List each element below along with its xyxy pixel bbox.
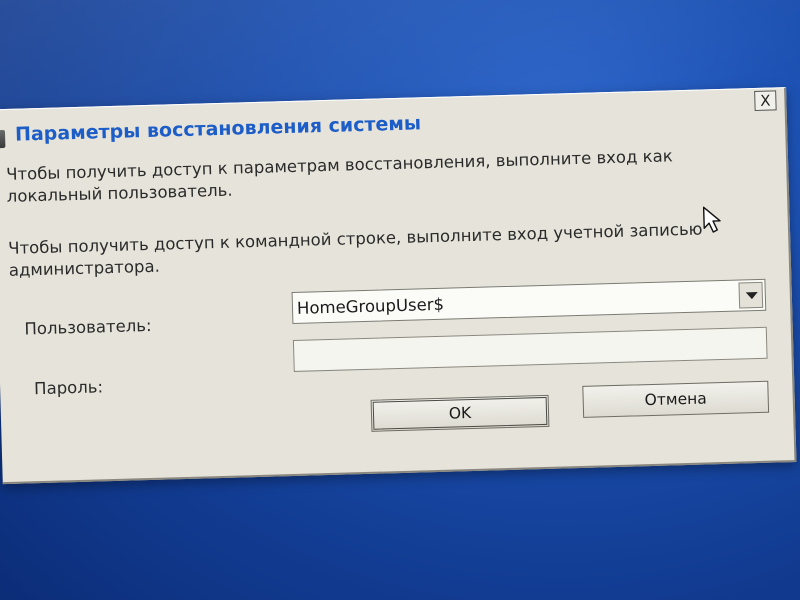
user-label: Пользователь: [24, 315, 152, 339]
password-field[interactable] [292, 326, 768, 372]
dialog-title: Параметры восстановления системы [14, 112, 422, 146]
window-icon [0, 129, 6, 149]
user-select-value: HomeGroupUser$ [296, 294, 445, 318]
close-icon: X [760, 91, 771, 110]
mouse-cursor-icon [702, 206, 721, 233]
password-label: Пароль: [33, 377, 104, 399]
info-text-admin: Чтобы получить доступ к командной строке… [7, 219, 703, 280]
user-dropdown-button[interactable] [738, 281, 764, 309]
cancel-button[interactable]: Отмена [582, 380, 770, 418]
chevron-down-icon [745, 291, 758, 300]
dialog-titlebar: Параметры восстановления системы X [0, 88, 783, 154]
recovery-login-dialog: Параметры восстановления системы X Чтобы… [0, 87, 797, 485]
close-button[interactable]: X [754, 90, 777, 111]
ok-button[interactable]: OK [370, 394, 550, 432]
user-select[interactable]: HomeGroupUser$ [291, 278, 767, 324]
info-text-recovery: Чтобы получить доступ к параметрам восст… [5, 146, 673, 206]
